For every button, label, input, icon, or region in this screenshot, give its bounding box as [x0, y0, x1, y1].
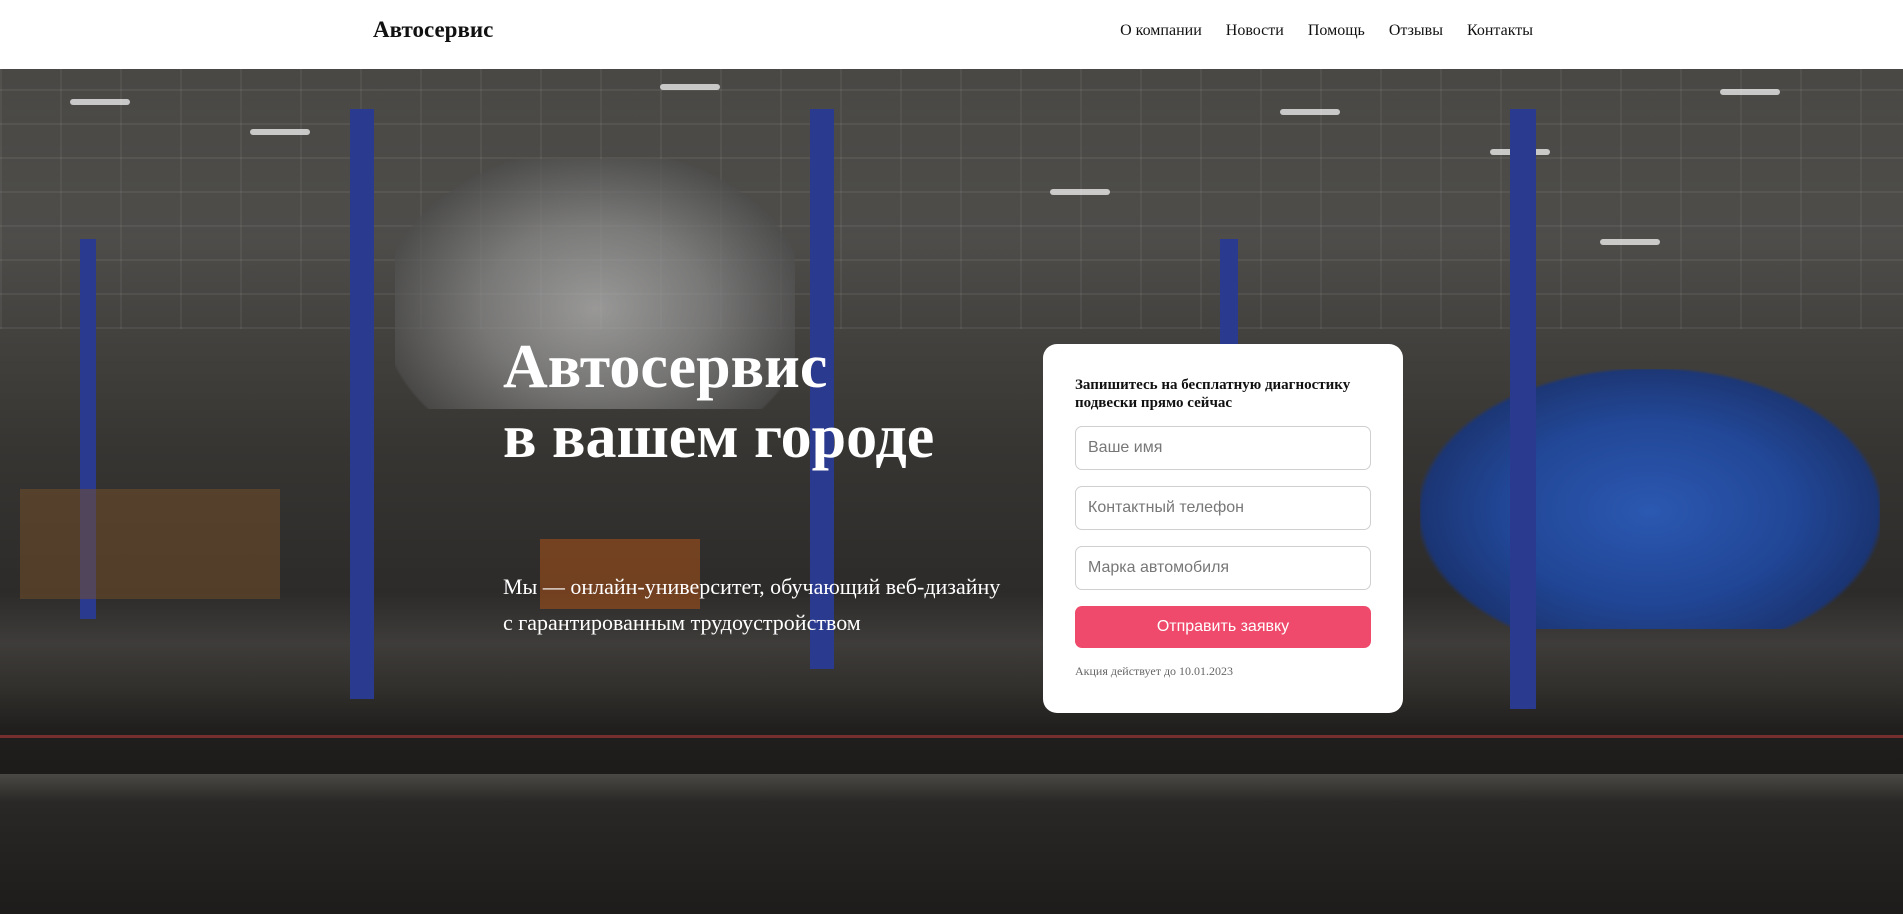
nav-item-about[interactable]: О компании — [1120, 22, 1202, 40]
hero-title-line-1: Автосервис — [503, 333, 828, 401]
signup-form-card: Запишитесь на бесплатную диагностику под… — [1043, 344, 1403, 713]
car-brand-input[interactable] — [1075, 546, 1371, 590]
hero-section: Автосервис в вашем городе Мы — онлайн-ун… — [0, 69, 1903, 914]
hero-title: Автосервис в вашем городе — [503, 332, 934, 472]
name-input[interactable] — [1075, 426, 1371, 470]
nav-item-help[interactable]: Помощь — [1308, 22, 1365, 40]
nav-item-reviews[interactable]: Отзывы — [1389, 22, 1443, 40]
site-header: Автосервис О компании Новости Помощь Отз… — [0, 0, 1903, 69]
submit-button[interactable]: Отправить заявку — [1075, 606, 1371, 648]
hero-title-line-2: в вашем городе — [503, 403, 935, 471]
form-title: Запишитесь на бесплатную диагностику под… — [1075, 377, 1351, 411]
site-logo[interactable]: Автосервис — [373, 17, 493, 43]
main-nav: О компании Новости Помощь Отзывы Контакт… — [1120, 22, 1533, 40]
nav-item-contacts[interactable]: Контакты — [1467, 22, 1533, 40]
hero-subtitle: Мы — онлайн-университет, обучающий веб-д… — [503, 574, 1001, 635]
phone-input[interactable] — [1075, 486, 1371, 530]
promo-note: Акция действует до 10.01.2023 — [1075, 664, 1234, 678]
nav-item-news[interactable]: Новости — [1226, 22, 1284, 40]
